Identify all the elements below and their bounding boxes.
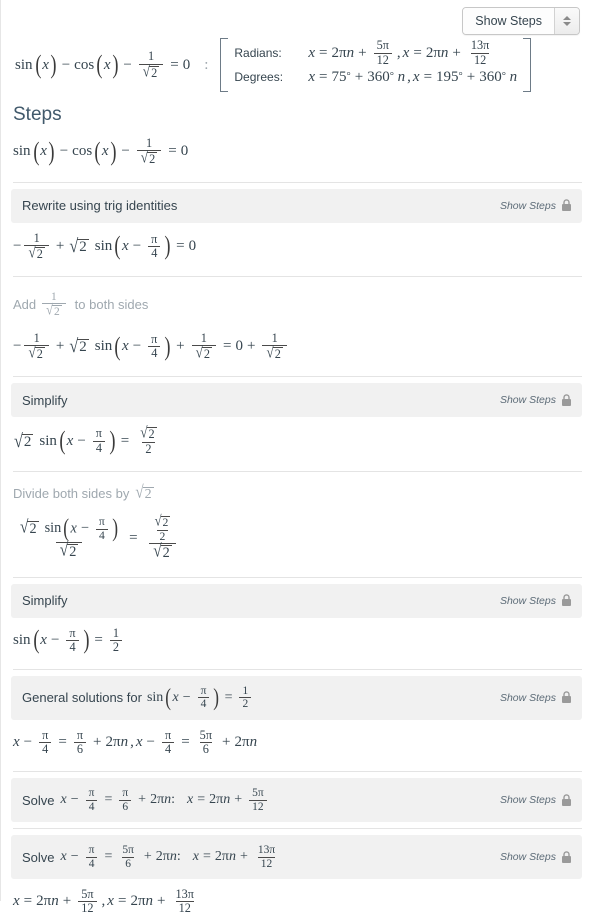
bracket-left bbox=[220, 38, 229, 92]
lock-icon bbox=[561, 594, 572, 607]
step-title-prefix: General solutions for bbox=[22, 690, 142, 706]
step-label-divide-both-sides: Divide both sides by √ 2 bbox=[1, 476, 592, 506]
divider bbox=[13, 828, 582, 830]
show-steps-link[interactable]: Show Steps bbox=[500, 200, 556, 212]
top-toolbar: Show Steps bbox=[1, 0, 592, 36]
step-title: Solve x − π 4 = 5π 6 +2π n: x = 2π n + 13π 12 bbox=[22, 844, 281, 870]
step-label-add-both-sides: Add 1 √ 2 to both sides bbox=[1, 281, 592, 323]
show-steps-link[interactable]: Show Steps bbox=[500, 595, 556, 607]
step-title-prefix: Divide both sides by bbox=[13, 486, 130, 502]
step-title: Simplify bbox=[22, 593, 68, 608]
divider bbox=[13, 669, 582, 671]
show-steps-link[interactable]: Show Steps bbox=[500, 851, 556, 863]
step-title-fraction: 1 √ 2 bbox=[36, 291, 69, 319]
solutions-bracket: Radians: x = 2π n + 5π 12 , x = 2π n + 13π 12 Degr… bbox=[220, 38, 532, 92]
radians-value: x = 2π n + 5π 12 , x = 2π n + 13π 12 bbox=[308, 38, 490, 67]
show-steps-dropdown-label: Show Steps bbox=[463, 8, 554, 34]
lock-icon bbox=[561, 691, 572, 704]
step-title-equation: x − π 4 = 5π 6 +2π n: bbox=[60, 844, 181, 870]
step-result-simplify-2: sin(x − π 4) = 1 2 bbox=[1, 618, 592, 664]
step-title-prefix: Solve bbox=[22, 792, 55, 808]
solution-row-radians: Radians: x = 2π n + 5π 12 , x = 2π n + 13π 12 bbox=[234, 38, 517, 67]
step-title: Simplify bbox=[22, 392, 68, 408]
step-result-general-solutions: x − π 4 = π 6 +2π n, x − π 4 = 5π 6 +2π n bbox=[13, 727, 258, 757]
math-solver-page: Show Steps sin(x) − cos(x) − 1 √ 2 = 0 : Rad… bbox=[0, 0, 592, 915]
lock-icon bbox=[561, 199, 572, 212]
problem-answer-row: sin(x) − cos(x) − 1 √ 2 = 0 : Radians: x = 2π n… bbox=[1, 36, 592, 98]
step-bar-simplify-2[interactable]: Simplify Show Steps bbox=[11, 583, 582, 618]
step-result-add-both-sides: −1 √ 2 + √ 2 sin(x − π 4) +1 √ 2 = 0 + 1 √ 2 bbox=[1, 323, 592, 371]
step-bar-solve-1[interactable]: Solve x − π 4 = π 6 +2π n: x = 2π n + 5π 12 Show St… bbox=[11, 778, 582, 823]
updown-spinner-icon[interactable] bbox=[554, 8, 579, 34]
step-bar-rewrite-trig[interactable]: Rewrite using trig identities Show Steps bbox=[11, 188, 582, 223]
show-steps-link[interactable]: Show Steps bbox=[500, 794, 556, 806]
step-show-steps-group[interactable]: Show Steps bbox=[490, 394, 572, 407]
chevron-down-icon bbox=[563, 22, 571, 26]
divider bbox=[13, 576, 582, 578]
step-title: Rewrite using trig identities bbox=[22, 198, 178, 214]
step-bar-general-solutions[interactable]: General solutions for sin(x − π 4) = 1 2 Show… bbox=[11, 676, 582, 720]
show-steps-link[interactable]: Show Steps bbox=[500, 692, 556, 704]
step-result-divide-both-sides: √ 2 sin(x − π 4) √ 2 = √ 2 2 √ 2 bbox=[1, 506, 592, 571]
step-show-steps-group[interactable]: Show Steps bbox=[490, 594, 572, 607]
step-show-steps-group[interactable]: Show Steps bbox=[490, 199, 572, 212]
chevron-up-icon bbox=[563, 16, 571, 20]
bracket-right bbox=[523, 38, 532, 92]
step-result-rewrite-trig: −1 √ 2 + √ 2 sin(x − π 4) = 0 bbox=[13, 230, 197, 261]
show-steps-link[interactable]: Show Steps bbox=[500, 394, 556, 406]
step-title: General solutions for sin(x − π 4) = 1 2 bbox=[22, 685, 254, 711]
step-show-steps-group[interactable]: Show Steps bbox=[490, 691, 572, 704]
divider bbox=[13, 276, 582, 278]
radians-label: Radians: bbox=[234, 46, 282, 60]
step-show-steps-group[interactable]: Show Steps bbox=[490, 793, 572, 807]
step-show-steps-group[interactable]: Show Steps bbox=[490, 850, 572, 864]
step-result-simplify-1: √ 2 sin(x − π 4) = √ 2 2 bbox=[14, 423, 157, 456]
step-title-equation: x − π 4 = π 6 +2π n: bbox=[60, 787, 176, 813]
step-title: Solve x − π 4 = π 6 +2π n: x = 2π n + 5π 12 bbox=[22, 787, 270, 813]
lock-icon bbox=[561, 850, 572, 864]
step-bar-solve-2[interactable]: Solve x − π 4 = 5π 6 +2π n: x = 2π n + 13π 12 Show … bbox=[11, 835, 582, 879]
divider bbox=[13, 376, 582, 378]
step-title-result: x = 2π n + 13π 12 bbox=[192, 844, 276, 870]
divider bbox=[13, 771, 582, 773]
step-title-prefix: Add bbox=[13, 297, 37, 313]
degrees-value: x = 75 ° +360 ° n , x = 195 ° +360 ° n bbox=[308, 68, 518, 85]
divider bbox=[13, 181, 582, 183]
step-title-equation: sin(x − π 4) = 1 2 bbox=[147, 685, 254, 711]
steps-heading: Steps bbox=[13, 104, 62, 125]
step-title-prefix: Solve bbox=[22, 849, 55, 865]
lock-icon bbox=[561, 394, 572, 407]
separator-colon: : bbox=[204, 56, 209, 73]
divider bbox=[13, 470, 582, 472]
step-bar-simplify-1[interactable]: Simplify Show Steps bbox=[11, 383, 582, 418]
step-equation-initial: sin(x) − cos(x) − 1 √ 2 = 0 bbox=[13, 136, 189, 167]
solution-row-degrees: Degrees: x = 75 ° +360 ° n , x = 195 ° +360 ° n bbox=[234, 65, 517, 89]
lock-icon bbox=[561, 793, 572, 807]
problem-equation: sin(x) − cos(x) − 1 √ 2 = 0 bbox=[15, 49, 191, 80]
step-title-suffix: to both sides bbox=[74, 297, 149, 313]
step-title-radical: √ 2 bbox=[135, 483, 154, 503]
final-answer: x = 2π n + 5π 12 , x = 2π n + 13π 12 bbox=[13, 886, 194, 916]
degrees-label: Degrees: bbox=[234, 70, 284, 84]
show-steps-dropdown[interactable]: Show Steps bbox=[462, 7, 580, 35]
step-title-result: x = 2π n + 5π 12 bbox=[187, 787, 270, 813]
